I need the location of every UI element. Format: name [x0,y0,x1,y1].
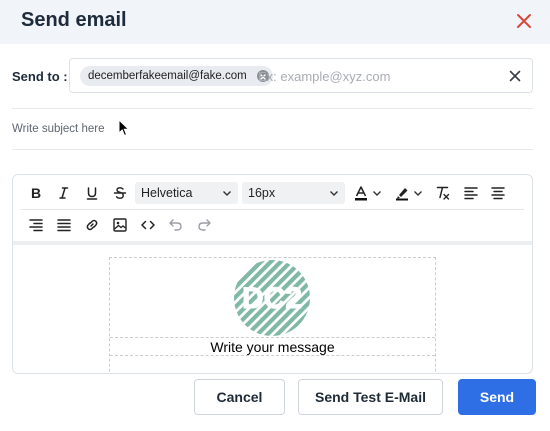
text-color-button[interactable] [350,182,372,204]
link-icon [86,219,98,231]
svg-text:B: B [31,186,41,200]
subject-input[interactable] [12,118,512,140]
code-view-button[interactable] [137,214,159,236]
recipient-input[interactable] [258,66,498,86]
redo-button[interactable] [193,214,215,236]
highlight-dropdown[interactable] [411,182,425,204]
strikethrough-button[interactable] [109,182,131,204]
text-color-icon [355,186,367,201]
text-color-dropdown[interactable] [370,182,384,204]
align-justify-icon [57,219,71,232]
underline-icon [86,187,98,200]
chevron-down-icon [414,191,422,196]
dialog-header: Send email [0,0,550,44]
mouse-pointer-icon [118,118,130,137]
recipient-chip: decemberfakeemail@fake.com [80,66,273,86]
divider [12,108,533,109]
message-block[interactable]: Write your message [110,338,435,356]
dc2-logo: DC2 [232,258,312,338]
send-button[interactable]: Send [458,379,536,415]
align-center-button[interactable] [487,182,509,204]
chevron-down-icon [373,191,381,196]
align-left-icon [464,187,478,200]
close-icon [509,70,521,82]
font-size-select[interactable]: 16px [242,182,345,204]
italic-button[interactable] [53,182,75,204]
chevron-down-icon [330,191,338,196]
undo-icon [169,219,182,231]
recipient-chip-text: decemberfakeemail@fake.com [88,70,247,82]
cancel-button[interactable]: Cancel [194,379,285,415]
highlight-button[interactable] [391,182,413,204]
send-to-label: Send to : [12,69,68,84]
undo-button[interactable] [165,214,187,236]
strikethrough-icon [113,187,127,199]
align-center-icon [491,187,505,200]
logo-block[interactable]: DC2 [110,258,435,338]
bold-button[interactable]: B [25,182,47,204]
font-family-select[interactable]: Helvetica [135,182,238,204]
close-button[interactable] [511,8,537,34]
italic-icon [59,187,69,199]
underline-button[interactable] [81,182,103,204]
message-placeholder: Write your message [210,339,335,355]
clear-format-icon [436,186,450,200]
close-icon [517,14,531,28]
email-template-canvas[interactable]: DC2 Write your message [109,257,436,373]
code-icon [141,220,155,230]
insert-link-button[interactable] [81,214,103,236]
image-icon [113,218,127,232]
align-left-button[interactable] [460,182,482,204]
chevron-down-icon [223,191,231,196]
font-size-value: 16px [248,186,276,200]
clear-format-button[interactable] [432,182,454,204]
bold-icon: B [31,186,41,200]
recipients-field[interactable]: decemberfakeemail@fake.com [69,58,533,93]
toolbar-bottom-border [13,241,532,245]
justify-button[interactable] [53,214,75,236]
redo-icon [198,219,211,231]
divider [12,149,533,150]
logo-text: DC2 [242,282,302,315]
font-family-value: Helvetica [141,186,193,200]
send-test-email-button[interactable]: Send Test E-Mail [298,379,443,415]
align-right-button[interactable] [25,214,47,236]
clear-recipients-button[interactable] [507,68,523,84]
rich-text-editor[interactable]: B Helvetica 16px DC2 Write your message [12,174,533,374]
dialog-title: Send email [21,9,127,31]
toolbar-divider [21,209,524,210]
align-right-icon [29,219,43,232]
insert-image-button[interactable] [109,214,131,236]
highlighter-icon [396,188,408,201]
